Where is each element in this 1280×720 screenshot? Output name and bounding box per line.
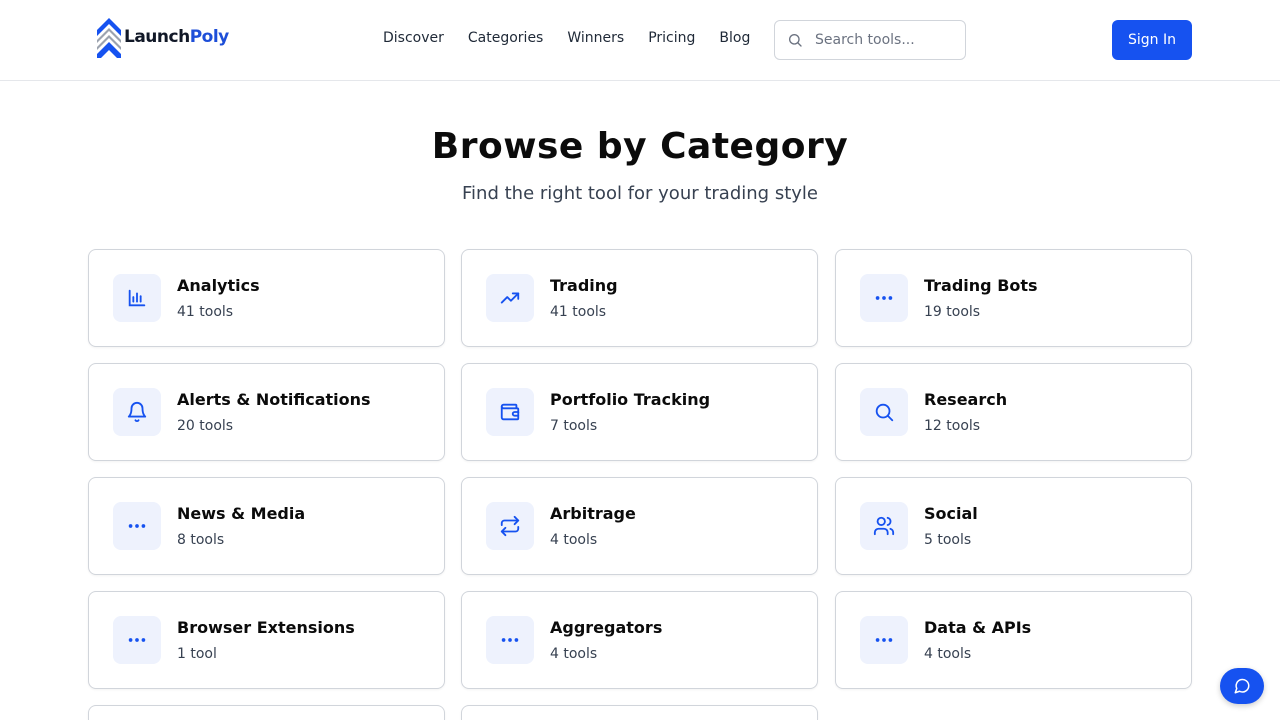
main-nav: Discover Categories Winners Pricing Blog: [383, 30, 750, 46]
category-card-trading[interactable]: Trading 41 tools: [461, 249, 818, 347]
category-icon-box: [486, 616, 534, 664]
users-icon: [873, 516, 895, 536]
nav-categories[interactable]: Categories: [468, 30, 543, 46]
page-title: Browse by Category: [431, 126, 849, 167]
more-dots-icon: [128, 524, 146, 528]
category-card-partial[interactable]: [461, 705, 818, 720]
category-count: 1 tool: [177, 646, 217, 662]
category-icon-box: [860, 616, 908, 664]
category-name: Alerts & Notifications: [177, 390, 371, 409]
search-input[interactable]: [815, 30, 955, 50]
category-icon-box: [113, 274, 161, 322]
search-icon: [789, 34, 802, 47]
more-dots-icon: [875, 296, 893, 300]
category-icon-box: [113, 616, 161, 664]
category-icon-box: [860, 502, 908, 550]
category-card-data-apis[interactable]: Data & APIs 4 tools: [835, 591, 1192, 689]
category-icon-box: [860, 388, 908, 436]
logo-text: LaunchPoly: [124, 27, 229, 47]
category-card-arbitrage[interactable]: Arbitrage 4 tools: [461, 477, 818, 575]
category-name: Trading Bots: [924, 276, 1038, 295]
category-name: Research: [924, 390, 1008, 409]
category-count: 12 tools: [924, 418, 981, 434]
arrows-repeat-icon: [500, 515, 520, 537]
category-card-portfolio-tracking[interactable]: Portfolio Tracking 7 tools: [461, 363, 818, 461]
category-icon-box: [860, 274, 908, 322]
category-count: 41 tools: [550, 304, 607, 320]
category-count: 4 tools: [550, 646, 598, 662]
category-name: Social: [924, 504, 978, 523]
nav-discover[interactable]: Discover: [383, 30, 444, 46]
category-card-alerts[interactable]: Alerts & Notifications 20 tools: [88, 363, 445, 461]
search-icon: [875, 403, 894, 422]
category-name: Analytics: [177, 276, 260, 295]
category-count: 8 tools: [177, 532, 225, 548]
category-card-research[interactable]: Research 12 tools: [835, 363, 1192, 461]
category-count: 19 tools: [924, 304, 981, 320]
category-card-browser-extensions[interactable]: Browser Extensions 1 tool: [88, 591, 445, 689]
search-box[interactable]: [774, 20, 966, 60]
category-name: News & Media: [177, 504, 306, 523]
chat-button[interactable]: [1220, 668, 1264, 704]
more-dots-icon: [128, 638, 146, 642]
category-icon-box: [486, 502, 534, 550]
category-card-social[interactable]: Social 5 tools: [835, 477, 1192, 575]
page-subtitle: Find the right tool for your trading sty…: [462, 183, 818, 204]
nav-winners[interactable]: Winners: [567, 30, 624, 46]
sign-in-button[interactable]: Sign In: [1112, 20, 1192, 60]
category-name: Aggregators: [550, 618, 663, 637]
more-dots-icon: [501, 638, 519, 642]
category-count: 5 tools: [924, 532, 972, 548]
category-count: 4 tools: [550, 532, 598, 548]
category-count: 41 tools: [177, 304, 234, 320]
category-name: Browser Extensions: [177, 618, 355, 637]
category-icon-box: [113, 502, 161, 550]
bar-chart-icon: [128, 289, 146, 307]
nav-blog[interactable]: Blog: [719, 30, 750, 46]
category-name: Portfolio Tracking: [550, 390, 711, 409]
logo-text-poly: Poly: [189, 27, 230, 47]
category-name: Data & APIs: [924, 618, 1032, 637]
category-card-partial[interactable]: [88, 705, 445, 720]
logo-text-launch: Launch: [124, 27, 190, 47]
category-card-aggregators[interactable]: Aggregators 4 tools: [461, 591, 818, 689]
category-card-trading-bots[interactable]: Trading Bots 19 tools: [835, 249, 1192, 347]
more-dots-icon: [875, 638, 893, 642]
category-card-analytics[interactable]: Analytics 41 tools: [88, 249, 445, 347]
category-count: 20 tools: [177, 418, 234, 434]
logo[interactable]: LaunchPoly: [96, 16, 229, 58]
category-count: 7 tools: [550, 418, 598, 434]
trending-up-icon: [500, 292, 520, 304]
category-count: 4 tools: [924, 646, 972, 662]
chat-bubble-icon: [1234, 678, 1250, 694]
wallet-icon: [500, 403, 520, 421]
category-name: Arbitrage: [550, 504, 636, 523]
category-card-news-media[interactable]: News & Media 8 tools: [88, 477, 445, 575]
category-icon-box: [486, 388, 534, 436]
bell-icon: [127, 402, 147, 423]
category-name: Trading: [550, 276, 618, 295]
category-icon-box: [113, 388, 161, 436]
site-header: LaunchPoly Discover Categories Winners P…: [0, 0, 1280, 81]
nav-pricing[interactable]: Pricing: [648, 30, 695, 46]
logo-chevrons-icon: [97, 18, 121, 58]
category-icon-box: [486, 274, 534, 322]
